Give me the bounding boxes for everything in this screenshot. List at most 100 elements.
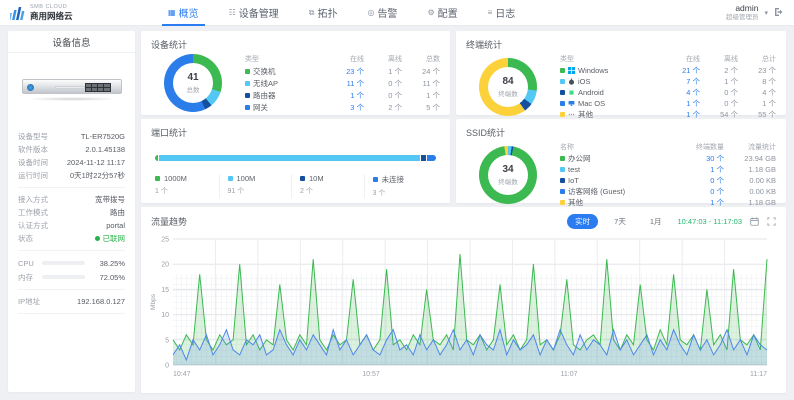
nav-label: 配置 [438,5,458,20]
gear-icon: ⚙ [427,8,434,17]
user-name: admin [726,4,759,13]
other-device-icon [568,111,575,118]
top-navbar: SMB CLOUD 商用网络云 ▦ 概览 ☷ 设备管理 ⧉ 拓扑 ◎ 告警 ⚙ … [0,0,794,26]
trend-title: 流量趋势 [151,215,187,228]
port-legend: 1000M 1 个 100M 91 个 10M 2 个 未连接 3 个 [155,174,436,198]
svg-text:10: 10 [161,312,169,319]
legend-row: 路由器 1 个 0 个 1 个 [245,89,440,101]
port-speed-bar [155,155,436,161]
alarm-icon: ◎ [367,8,374,17]
legend-row: test 1 个 1.18 GB [560,164,776,175]
nav-item-config[interactable]: ⚙ 配置 [425,0,459,26]
legend-row: Mac OS 1 个 0 个 1 个 [560,98,776,109]
device-usage-group: CPU 38.25% 内存 72.05% [8,253,135,287]
info-row: 设备型号 TL-ER7520G [18,130,125,143]
svg-text:25: 25 [161,237,169,244]
main-nav: ▦ 概览 ☷ 设备管理 ⧉ 拓扑 ◎ 告警 ⚙ 配置 ≡ 日志 [166,0,517,26]
info-row: 认证方式 portal [18,219,125,232]
info-row: 工作模式 路由 [18,206,125,219]
card-title: 终端统计 [456,31,786,51]
device-ports [85,83,111,92]
terminal-stats-card: 终端统计 84 终端数 类型 在线 离线 总计 Windows 21 个 [456,31,786,115]
logo-subtitle: SMB CLOUD [30,5,73,11]
device-info-title: 设备信息 [8,31,135,53]
device-brand-badge [27,84,34,91]
svg-text:11:07: 11:07 [561,371,578,378]
app-logo: SMB CLOUD 商用网络云 [10,5,128,20]
legend-row: Windows 21 个 2 个 23 个 [560,65,776,76]
svg-text:Mbps: Mbps [150,293,157,310]
legend-row: 办公网 30 个 23.94 GB [560,153,776,164]
legend-row: Android 4 个 0 个 4 个 [560,87,776,98]
card-title: 设备统计 [141,31,450,51]
calendar-icon[interactable] [750,217,759,226]
info-row: 软件版本 2.0.1.45138 [18,143,125,156]
svg-text:15: 15 [161,287,169,294]
nav-label: 拓扑 [317,5,337,20]
chevron-down-icon: ▾ [764,9,768,17]
svg-text:5: 5 [165,337,169,344]
user-menu[interactable]: admin 超级管理员 ▾ [726,4,784,22]
online-status-icon [95,236,100,241]
port-stats-card: 端口统计 1000M 1 个 100M 91 个 10M 2 个 未连接 3 个 [141,119,450,203]
expand-icon[interactable] [767,217,776,226]
user-role: 超级管理员 [726,14,759,21]
nav-item-overview[interactable]: ▦ 概览 [166,0,201,26]
legend-row: IoT 0 个 0.00 KB [560,175,776,186]
log-icon: ≡ [488,8,493,17]
mac-monitor-icon [568,100,575,107]
memory-usage-row: 内存 72.05% [18,270,125,284]
legend-cell: 未连接 3 个 [364,174,437,198]
apple-icon [568,78,575,85]
device-network-group: 接入方式 宽带拨号 工作模式 路由 认证方式 portal 状态 已联网 [8,190,135,248]
info-row: 设备时间 2024-11-12 11:17 [18,156,125,169]
ssid-donut-chart: 34 终端数 [479,146,537,204]
legend-row: 访客网络 (Guest) 0 个 0.00 KB [560,186,776,197]
range-1m-button[interactable]: 1月 [642,214,670,229]
legend-cell: 1000M 1 个 [155,174,219,198]
cpu-usage-row: CPU 38.25% [18,256,125,270]
ip-address-row: IP地址 192.168.0.127 [18,295,125,308]
card-title: 端口统计 [141,119,450,139]
range-realtime-button[interactable]: 实时 [567,214,598,229]
nav-label: 概览 [179,5,199,20]
info-row: 运行时间 0天1时22分57秒 [18,169,125,182]
logout-icon[interactable] [774,4,784,22]
overview-icon: ▦ [168,8,176,17]
logo-title: 商用网络云 [30,12,73,21]
nav-label: 告警 [377,5,397,20]
legend-row: 网关 3 个 2 个 5 个 [245,101,440,113]
status-badge: 已联网 [103,233,126,244]
nav-label: 日志 [495,5,515,20]
svg-text:10:57: 10:57 [362,371,380,378]
device-stats-card: 设备统计 41 总数 类型 在线 离线 总数 交换机 23 个 1 个 24 个 [141,31,450,115]
memory-usage-bar [42,275,85,279]
devices-icon: ☷ [229,8,236,17]
nav-item-topology[interactable]: ⧉ 拓扑 [307,0,340,26]
device-version-group: 设备型号 TL-ER7520G 软件版本 2.0.1.45138 设备时间 20… [8,127,135,185]
status-row: 状态 已联网 [18,232,125,245]
legend-row: 交换机 23 个 1 个 24 个 [245,65,440,77]
topology-icon: ⧉ [309,8,315,18]
area-chart: 0510152025Mbps10:4710:5711:0711:17 [147,231,776,389]
time-range-label: 10:47:03 - 11:17:03 [678,217,743,226]
legend-row: 无线AP 11 个 0 个 11 个 [245,77,440,89]
nav-item-devices[interactable]: ☷ 设备管理 [227,0,281,26]
svg-text:0: 0 [165,363,169,370]
traffic-trend-card: 流量趋势 实时 7天 1月 10:47:03 - 11:17:03 0 5 10 15… [141,207,786,393]
ssid-stats-card: SSID统计 34 终端数 名称 终端数量 流量统计 办公网 30 个 23.9… [456,119,786,203]
range-7d-button[interactable]: 7天 [606,214,634,229]
cpu-usage-bar [42,261,85,265]
terminal-donut-chart: 84 终端数 [479,58,537,116]
terminal-legend: 类型 在线 离线 总计 Windows 21 个 2 个 23 个 iOS 7 … [560,53,776,120]
legend-cell: 100M 91 个 [219,174,292,198]
nav-label: 设备管理 [239,5,279,20]
legend-row: iOS 7 个 1 个 8 个 [560,76,776,87]
nav-item-alarms[interactable]: ◎ 告警 [365,0,399,26]
device-donut-chart: 41 总数 [164,54,222,112]
nav-item-logs[interactable]: ≡ 日志 [486,0,518,26]
device-legend: 类型 在线 离线 总数 交换机 23 个 1 个 24 个 无线AP 11 个 … [245,53,440,113]
traffic-trend-chart: 0510152025Mbps10:4710:5711:0711:17 [147,231,776,394]
legend-cell: 10M 2 个 [291,174,364,198]
device-image [22,79,122,94]
